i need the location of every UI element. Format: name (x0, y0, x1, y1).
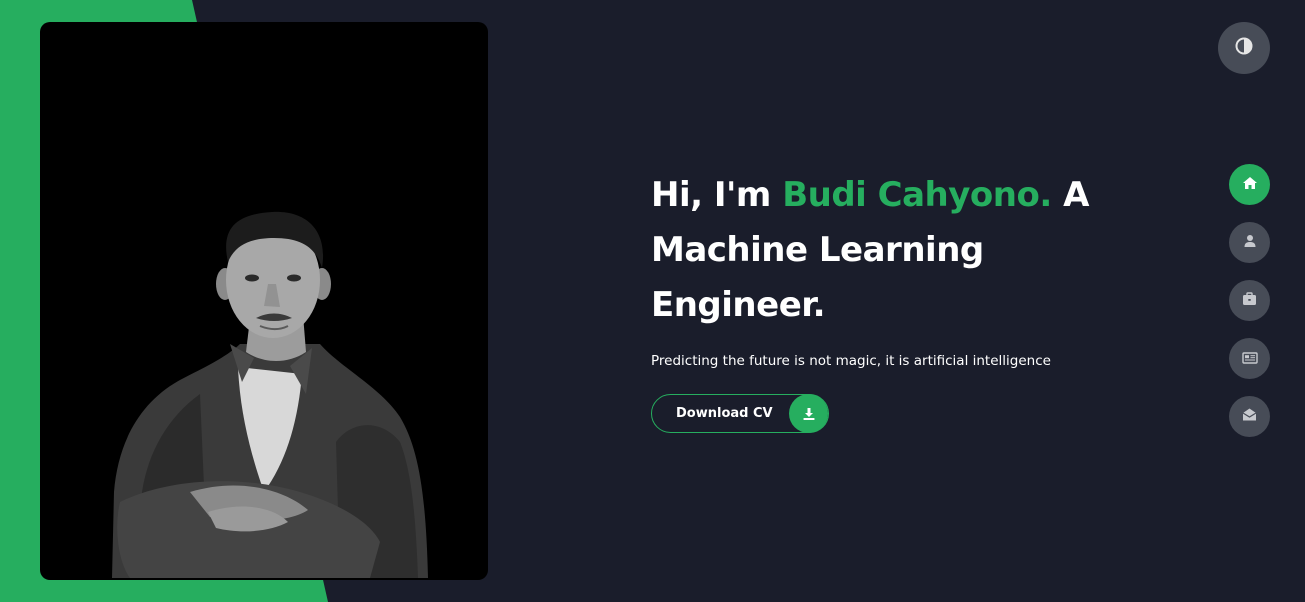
nav-item-contact[interactable] (1229, 396, 1270, 437)
home-icon (1242, 175, 1258, 194)
nav-item-portfolio[interactable] (1229, 280, 1270, 321)
download-icon (789, 394, 828, 433)
user-icon (1243, 233, 1257, 252)
hero-role-prefix: A (1063, 175, 1089, 215)
hero-greeting: Hi, I'm (651, 175, 771, 215)
briefcase-icon (1242, 291, 1257, 310)
hero-tagline: Predicting the future is not magic, it i… (651, 353, 1051, 369)
contrast-icon (1235, 37, 1253, 59)
download-cv-label: Download CV (676, 406, 773, 421)
nav-item-home[interactable] (1229, 164, 1270, 205)
hero-role-title: Machine Learning (651, 230, 984, 270)
theme-toggle-button[interactable] (1218, 22, 1270, 74)
download-cv-button[interactable]: Download CV (651, 394, 829, 433)
hero-section: Hi, I'm Budi Cahyono. A Machine Learning… (651, 168, 1111, 371)
envelope-open-icon (1242, 407, 1257, 426)
hero-name: Budi Cahyono. (782, 175, 1052, 215)
profile-photo (40, 22, 488, 580)
side-navigation (1229, 164, 1270, 454)
nav-item-blog[interactable] (1229, 338, 1270, 379)
nav-item-about[interactable] (1229, 222, 1270, 263)
newspaper-icon (1241, 349, 1258, 368)
hero-heading: Hi, I'm Budi Cahyono. A Machine Learning… (651, 168, 1111, 333)
hero-role-suffix: Engineer. (651, 285, 826, 325)
page: Hi, I'm Budi Cahyono. A Machine Learning… (0, 0, 1305, 602)
